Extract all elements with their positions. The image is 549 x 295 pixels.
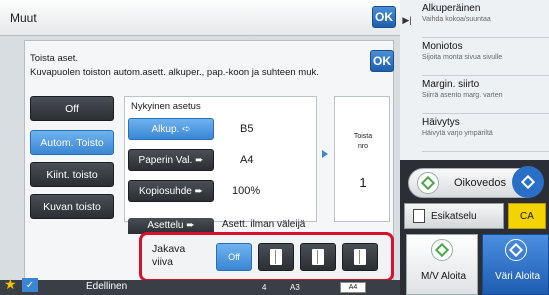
chevron-right-icon: ➪: [182, 123, 191, 135]
dividing-line-option-1-button[interactable]: [258, 243, 294, 271]
asettelu-value: Asett. ilman väleijä: [222, 219, 306, 230]
setting-paperin-val-button[interactable]: Paperin Val. ➨: [128, 149, 214, 171]
option-kuvan-toisto[interactable]: Kuvan toisto: [30, 194, 114, 219]
star-icon[interactable]: ★: [4, 276, 17, 293]
repeat-count-box: Toista nro 1: [334, 96, 390, 222]
start-mv-label: M/V Aloita: [421, 271, 467, 282]
start-color-button[interactable]: Väri Aloita: [482, 234, 549, 295]
sidebar-item-alkuperainen[interactable]: Alkuperäinen Vaihda kokoa/suuntaa: [422, 0, 549, 38]
setting-paperin-val-value: A4: [240, 154, 254, 166]
repeat-count-value: 1: [359, 175, 367, 190]
arrow-indicator-icon: [322, 150, 328, 158]
option-off[interactable]: Off: [30, 96, 114, 121]
paper-size-a3-text: A3: [290, 283, 300, 292]
setting-kopiosuhde-button[interactable]: Kopiosuhde ➨: [128, 180, 214, 202]
repeat-count-label: Toista: [353, 133, 373, 140]
arrow-right-icon: ➨: [195, 154, 204, 166]
start-color-diamond-icon: [505, 239, 527, 261]
panel-ok-button[interactable]: OK: [370, 50, 394, 72]
dividing-line-option-3-button[interactable]: [342, 243, 378, 271]
start-diamond-icon: [431, 239, 453, 261]
dividing-line-label: Jakava viiva: [152, 243, 186, 268]
settings-header: Nykyinen asetus: [131, 101, 201, 112]
dividing-line-popup: Jakava viiva Off: [139, 232, 394, 282]
page-title: Muut: [10, 11, 37, 25]
sidebar-item-haivytys[interactable]: Häivytys Häivytä varjo ympäriltä: [422, 114, 549, 152]
ok-button[interactable]: OK: [372, 6, 396, 28]
dividing-line-off-button[interactable]: Off: [216, 243, 252, 271]
paper-size-a4-box: A4: [340, 282, 366, 293]
option-kiint-toisto[interactable]: Kiint. toisto: [30, 162, 114, 187]
panel-title: Toista aset.: [30, 53, 79, 64]
start-color-label: Väri Aloita: [495, 271, 541, 282]
color-mode-icon[interactable]: [512, 166, 544, 198]
panel-description: Toista aset. Kuvapuolen toiston autom.as…: [30, 52, 370, 80]
option-autom-toisto[interactable]: Autom. Toisto: [30, 130, 114, 155]
dividing-line-option-2-button[interactable]: [300, 243, 336, 271]
esikatselu-button[interactable]: Esikatselu: [404, 203, 504, 229]
line-page-icon: [270, 249, 282, 265]
preview-icon: [413, 209, 425, 223]
setting-alkup-value: B5: [240, 123, 254, 135]
arrow-right-icon: ➨: [194, 185, 203, 197]
line-page-icon: [312, 249, 324, 265]
repeat-count-label2: nro: [357, 143, 369, 150]
ca-button[interactable]: CA: [508, 203, 546, 229]
setting-alkup-button[interactable]: Alkup. ➪: [128, 118, 214, 140]
panel-description-text: Kuvapuolen toiston autom.asett. alkuper.…: [30, 67, 319, 78]
line-page-icon: [354, 249, 366, 265]
sidebar-expand-icon[interactable]: ▶|: [400, 0, 414, 40]
paper-count-text: 4: [262, 283, 267, 292]
previous-button[interactable]: Edellinen: [86, 281, 127, 292]
check-icon[interactable]: ✓: [22, 278, 38, 292]
setting-kopiosuhde-value: 100%: [232, 185, 261, 197]
sidebar-item-margin-siirto[interactable]: Margin. siirto Siirrä asento marg. varte…: [422, 76, 549, 114]
sidebar-item-moniotos[interactable]: Moniotos Sijoita monta sivua sivulle: [422, 38, 549, 76]
diamond-icon: [417, 172, 439, 194]
start-mv-button[interactable]: M/V Aloita: [406, 234, 478, 295]
title-bar: Muut: [0, 0, 400, 36]
